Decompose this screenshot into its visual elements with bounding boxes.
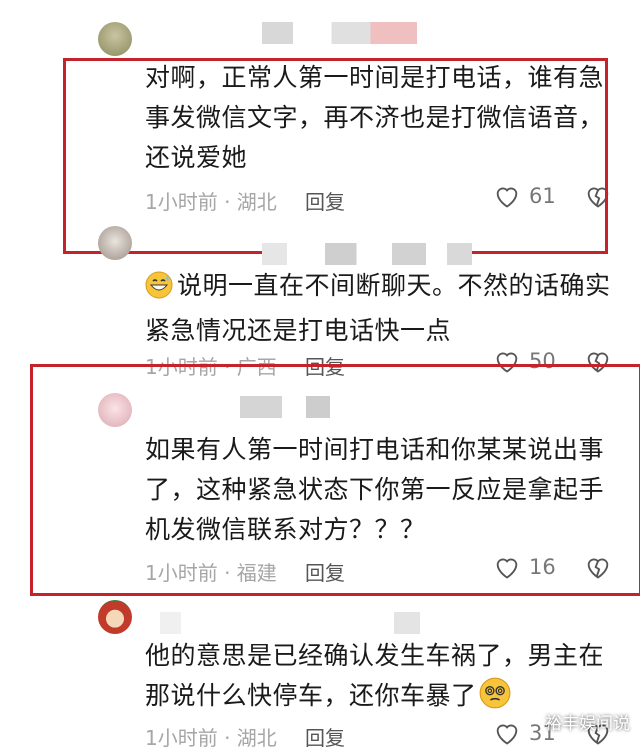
reply-button[interactable]: 回复 (305, 351, 345, 380)
heart-outline-icon (496, 724, 518, 745)
comment-text-body: 说明一直在不间断聊天。不然的话确实紧急情况还是打电话快一点 (145, 271, 611, 345)
heart-outline-icon (496, 352, 518, 373)
comment-1: 对啊，正常人第一时间是打电话，谁有急事发微信文字，再不济也是打微信语音，还说爱她… (0, 0, 640, 250)
like-button[interactable]: 50 (493, 348, 556, 374)
username-blurred[interactable] (240, 396, 350, 418)
user-avatar[interactable] (98, 22, 132, 56)
like-button[interactable]: 16 (493, 554, 556, 580)
dislike-button[interactable] (584, 183, 612, 213)
reply-button[interactable]: 回复 (305, 186, 345, 215)
username-blurred[interactable] (160, 612, 420, 634)
comment-text-body: 他的意思是已经确认发生车祸了，男主在那说什么快停车，还你车暴了 (145, 641, 605, 710)
username-blurred[interactable] (262, 243, 472, 265)
heart-outline-icon (496, 558, 518, 579)
like-count: 61 (529, 184, 556, 208)
watermark: 裕丰娱间说 (545, 714, 630, 734)
dislike-button[interactable] (584, 554, 612, 584)
like-count: 50 (529, 349, 556, 373)
dislike-button[interactable] (584, 348, 612, 378)
comment-meta: 1小时前 · 湖北 (145, 726, 277, 750)
broken-heart-icon (587, 558, 609, 579)
comment-text: 对啊，正常人第一时间是打电话，谁有急事发微信文字，再不济也是打微信语音，还说爱她 (145, 63, 605, 172)
user-avatar[interactable] (98, 600, 132, 634)
like-button[interactable]: 61 (493, 183, 556, 209)
heart-outline-icon (496, 187, 518, 208)
grinning-sweat-emoji (145, 271, 173, 311)
dizzy-face-emoji (479, 677, 511, 721)
comment-text: 说明一直在不间断聊天。不然的话确实紧急情况还是打电话快一点 (145, 266, 615, 351)
broken-heart-icon (587, 352, 609, 373)
comment-meta: 1小时前 · 湖北 (145, 190, 277, 214)
reply-button[interactable]: 回复 (305, 722, 345, 751)
like-count: 16 (529, 555, 556, 579)
username-blurred[interactable] (262, 22, 417, 44)
comment-text: 如果有人第一时间打电话和你某某说出事了，这种紧急状态下你第一反应是拿起手机发微信… (145, 435, 605, 544)
broken-heart-icon (587, 187, 609, 208)
comment-meta: 1小时前 · 广西 (145, 355, 277, 379)
reply-button[interactable]: 回复 (305, 557, 345, 586)
comment-meta: 1小时前 · 福建 (145, 561, 277, 585)
user-avatar[interactable] (98, 226, 132, 260)
user-avatar[interactable] (98, 393, 132, 427)
